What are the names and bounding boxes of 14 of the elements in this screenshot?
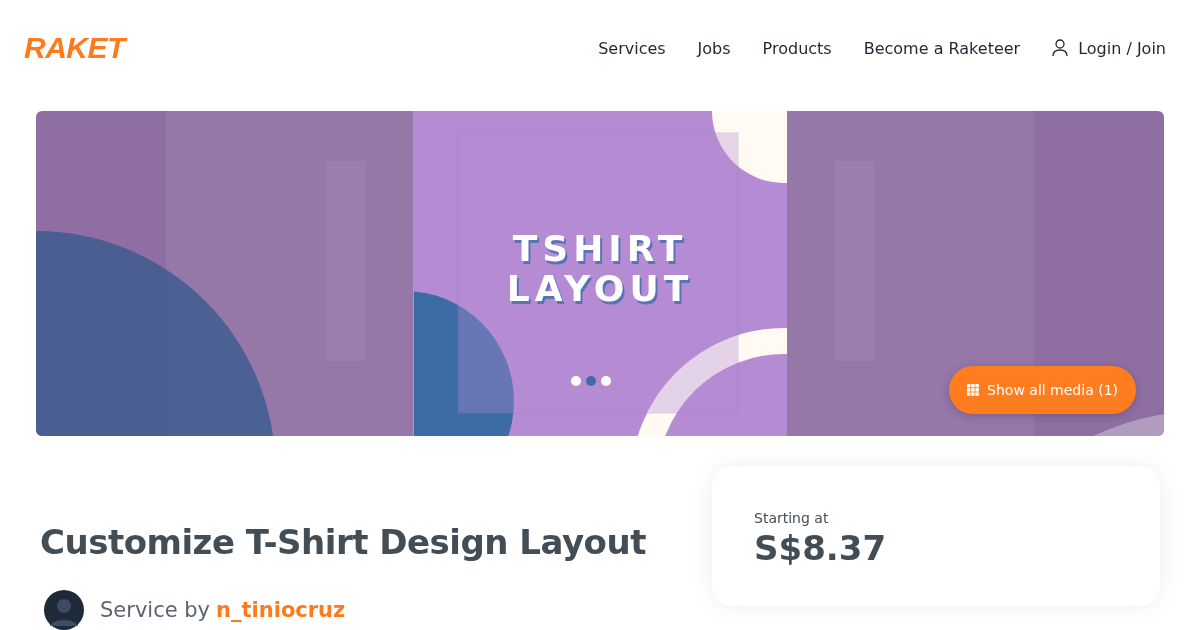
nav-link[interactable]: Services [598,38,666,58]
nav-link[interactable]: Products [762,38,832,58]
service-by-label: Service by [100,598,211,622]
nav-link[interactable]: Jobs [697,38,731,58]
service-title: Customize T-Shirt Design Layout [40,522,646,562]
price: S$8.37 [754,528,888,568]
image-caption: TSHIRT [512,228,688,269]
user-icon [1052,39,1069,58]
nav-link[interactable]: Become a Raketeer [863,38,1021,58]
avatar [44,590,84,630]
login-link[interactable]: Login / Join [1052,38,1166,58]
image-caption: LAYOUT [506,268,694,309]
grid-icon [967,384,980,396]
price-label: Starting at [754,510,830,526]
